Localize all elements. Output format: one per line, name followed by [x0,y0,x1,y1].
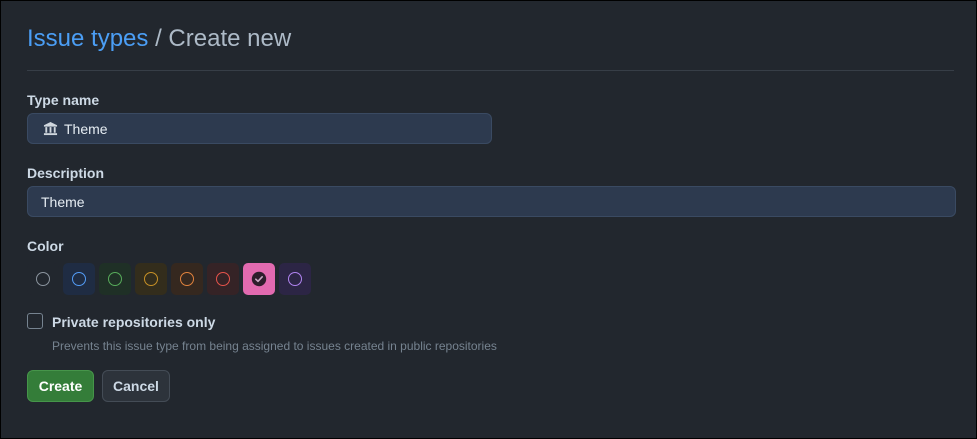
circle-icon [180,272,194,286]
circle-icon [288,272,302,286]
page-title: Issue types / Create new [27,24,291,54]
private-repositories-checkbox[interactable] [27,313,43,329]
color-swatch-blue[interactable] [63,263,95,295]
breadcrumb-current: Create new [168,25,292,52]
color-swatch-gray[interactable] [27,263,59,295]
color-swatch-green[interactable] [99,263,131,295]
color-swatch-yellow[interactable] [135,263,167,295]
header-divider [27,70,954,71]
breadcrumb-issue-types-link[interactable]: Issue types [27,25,148,52]
private-repositories-hint: Prevents this issue type from being assi… [52,339,497,353]
circle-icon [144,272,158,286]
color-label: Color [27,238,64,254]
type-name-value: Theme [64,120,108,137]
color-swatch-red[interactable] [207,263,239,295]
bank-icon [42,121,58,137]
color-swatch-orange[interactable] [171,263,203,295]
description-field[interactable]: Theme [27,186,956,217]
type-name-field[interactable]: Theme [27,113,492,144]
create-button[interactable]: Create [27,370,94,402]
description-label: Description [27,165,105,181]
cancel-button[interactable]: Cancel [102,370,170,402]
breadcrumb-separator: / [155,25,162,52]
color-swatch-purple[interactable] [279,263,311,295]
color-swatch-group [27,263,311,295]
circle-icon [108,272,122,286]
private-repositories-label[interactable]: Private repositories only [52,314,215,330]
description-value: Theme [41,193,85,210]
type-name-label: Type name [27,92,100,108]
circle-icon [72,272,86,286]
circle-icon [216,272,230,286]
circle-icon [36,272,50,286]
color-swatch-pink[interactable] [243,263,275,295]
check-circle-icon [251,271,267,287]
issue-type-create-page: Issue types / Create new Type name Theme… [0,0,977,439]
